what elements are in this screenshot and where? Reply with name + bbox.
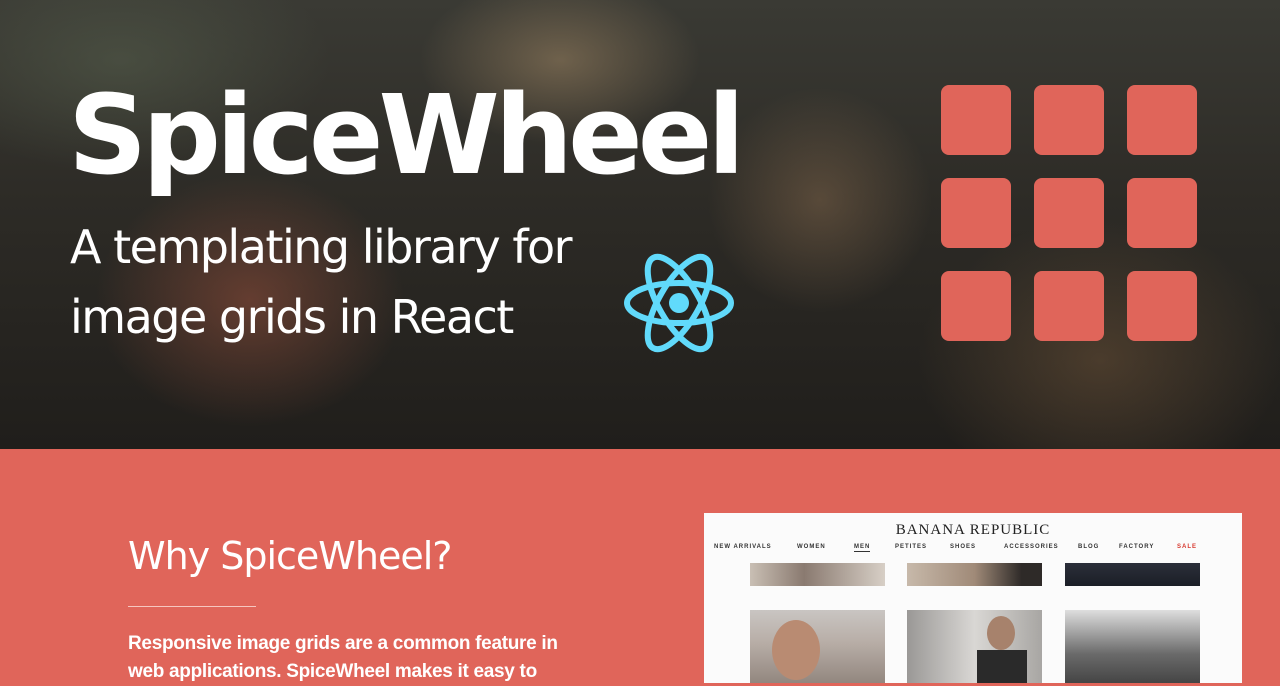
product-photo[interactable] xyxy=(907,610,1042,683)
preview-nav-item[interactable]: ACCESSORIES xyxy=(1004,544,1059,550)
grid-cell xyxy=(1034,178,1104,248)
grid-cell xyxy=(1034,271,1104,341)
hero-subtitle: A templating library for image grids in … xyxy=(70,220,573,344)
heading-divider xyxy=(128,606,256,607)
product-photo[interactable] xyxy=(907,563,1042,586)
preview-nav-item[interactable]: WOMEN xyxy=(797,544,826,550)
product-photo[interactable] xyxy=(1065,563,1200,586)
preview-nav-item[interactable]: FACTORY xyxy=(1119,544,1154,550)
react-atom-icon xyxy=(624,253,734,353)
hero-title: SpiceWheel xyxy=(68,71,745,199)
preview-nav-item-active[interactable]: MEN xyxy=(854,544,871,552)
grid-cell xyxy=(941,178,1011,248)
grid-cell xyxy=(1034,85,1104,155)
hero-banner: SpiceWheel A templating library for imag… xyxy=(0,0,1280,449)
grid-3x3-icon xyxy=(941,85,1197,341)
preview-nav-item[interactable]: SHOES xyxy=(950,544,976,550)
product-photo[interactable] xyxy=(750,610,885,683)
grid-cell xyxy=(1127,178,1197,248)
preview-nav-item[interactable]: NEW ARRIVALS xyxy=(714,544,772,550)
preview-nav-item[interactable]: BLOG xyxy=(1078,544,1099,550)
product-photo[interactable] xyxy=(750,563,885,586)
grid-cell xyxy=(941,271,1011,341)
preview-nav: NEW ARRIVALS WOMEN MEN PETITES SHOES ACC… xyxy=(704,544,1242,556)
product-photo[interactable] xyxy=(1065,610,1200,683)
preview-nav-item[interactable]: PETITES xyxy=(895,544,927,550)
why-heading: Why SpiceWheel? xyxy=(128,534,452,578)
grid-cell xyxy=(1127,85,1197,155)
preview-nav-item-sale[interactable]: SALE xyxy=(1177,544,1197,550)
why-description: Responsive image grids are a common feat… xyxy=(128,633,558,682)
grid-cell xyxy=(1127,271,1197,341)
preview-brand-name: BANANA REPUBLIC xyxy=(895,522,1051,538)
grid-cell xyxy=(941,85,1011,155)
example-site-screenshot: BANANA REPUBLIC NEW ARRIVALS WOMEN MEN P… xyxy=(704,513,1242,683)
